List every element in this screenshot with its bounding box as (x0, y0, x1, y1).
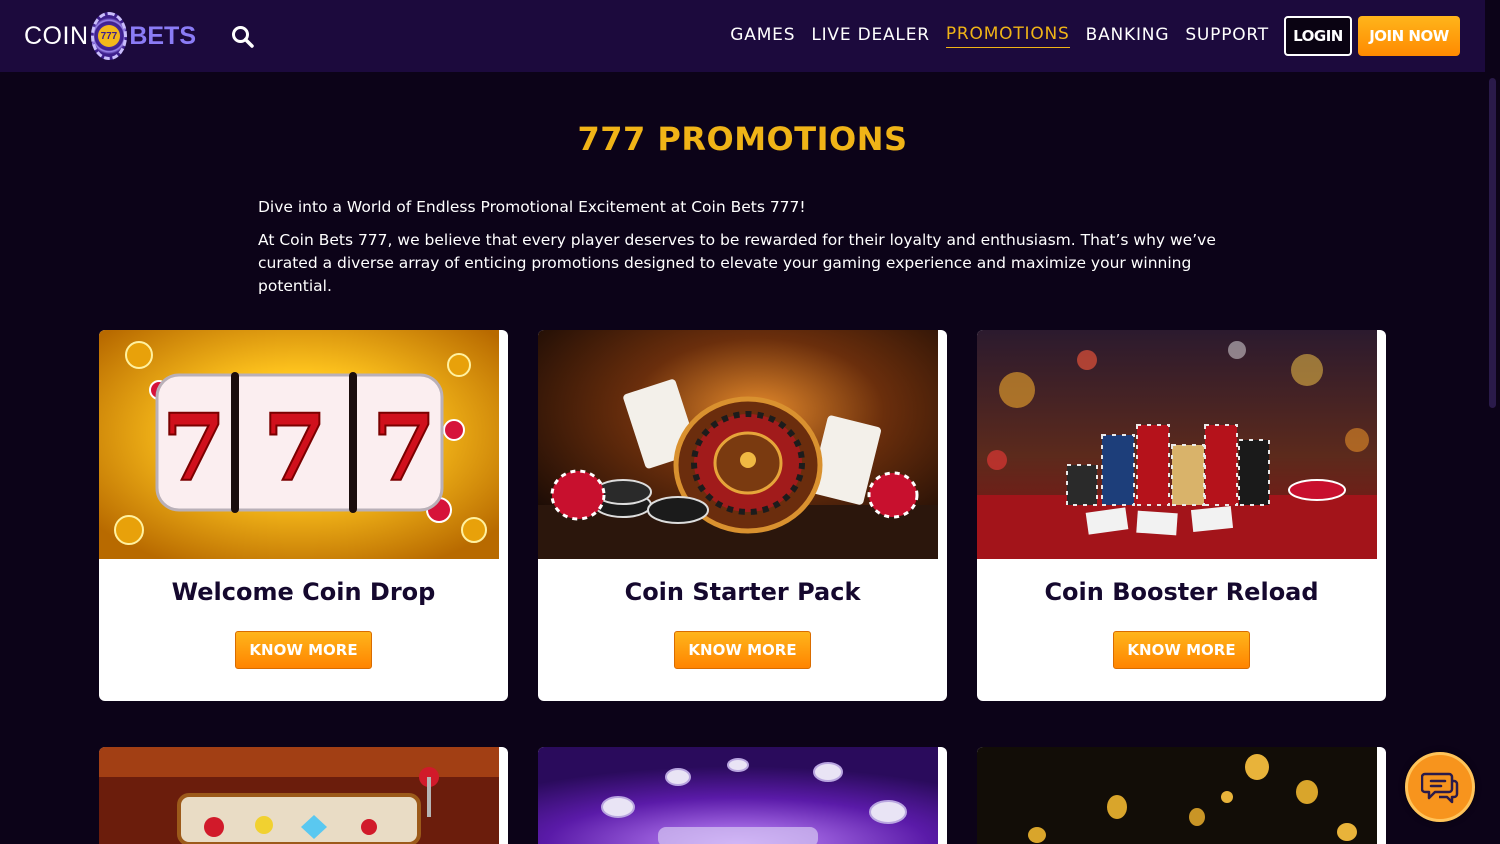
page-scrollbar[interactable] (1485, 0, 1500, 844)
promo-card-partial (538, 747, 947, 844)
site-logo[interactable]: COIN 777 BETS (24, 10, 196, 62)
promo-card-partial (977, 747, 1386, 844)
intro-body: At Coin Bets 777, we believe that every … (258, 231, 1216, 295)
promo-image-chip-stacks[interactable] (977, 330, 1377, 559)
scrollbar-thumb[interactable] (1489, 78, 1496, 408)
join-now-button[interactable]: JOIN NOW (1358, 16, 1460, 56)
logo-chip-icon: 777 (90, 12, 128, 60)
login-button[interactable]: LOGIN (1284, 16, 1352, 56)
nav-games[interactable]: GAMES (730, 25, 795, 48)
svg-text:7: 7 (263, 394, 327, 502)
nav-banking[interactable]: BANKING (1086, 25, 1170, 48)
promo-image-roulette[interactable] (538, 330, 938, 559)
live-chat-button[interactable] (1405, 752, 1475, 822)
intro-lead: Dive into a World of Endless Promotional… (258, 198, 806, 216)
promo-image-gold-coins[interactable] (977, 747, 1377, 844)
promo-card: Coin Booster Reload KNOW MORE (977, 330, 1386, 701)
intro-text: Dive into a World of Endless Promotional… (258, 196, 1238, 308)
promo-title: Coin Booster Reload (1044, 578, 1319, 606)
nav-support[interactable]: SUPPORT (1185, 25, 1269, 48)
promo-card: 7 7 7 Welcome Coin Drop KNOW MORE (99, 330, 508, 701)
nav-promotions[interactable]: PROMOTIONS (945, 24, 1070, 48)
promo-image-slot-777[interactable]: 7 7 7 (99, 330, 499, 559)
promo-card-partial (99, 747, 508, 844)
main-nav: GAMES LIVE DEALER PROMOTIONS BANKING SUP… (730, 0, 1269, 72)
svg-text:7: 7 (372, 394, 436, 502)
svg-text:7: 7 (162, 394, 226, 502)
page-title: 777 PROMOTIONS (577, 120, 908, 158)
promo-title: Coin Starter Pack (624, 578, 861, 606)
logo-bets-text: BETS (129, 21, 196, 50)
site-header: COIN 777 BETS GAMES LIVE DEALER PROMOTIO… (0, 0, 1485, 72)
promo-card: Coin Starter Pack KNOW MORE (538, 330, 947, 701)
promo-title: Welcome Coin Drop (171, 578, 436, 606)
promo-image-purple-coins[interactable] (538, 747, 938, 844)
search-icon (232, 26, 254, 48)
chat-bubbles-icon (1421, 772, 1459, 804)
know-more-button[interactable]: KNOW MORE (1113, 631, 1250, 669)
logo-chip-label: 777 (97, 25, 120, 47)
nav-live-dealer[interactable]: LIVE DEALER (811, 25, 930, 48)
know-more-button[interactable]: KNOW MORE (674, 631, 811, 669)
promo-image-slot-machine[interactable] (99, 747, 499, 844)
search-button[interactable] (230, 24, 256, 50)
logo-coin-text: COIN (24, 21, 89, 50)
know-more-button[interactable]: KNOW MORE (235, 631, 372, 669)
